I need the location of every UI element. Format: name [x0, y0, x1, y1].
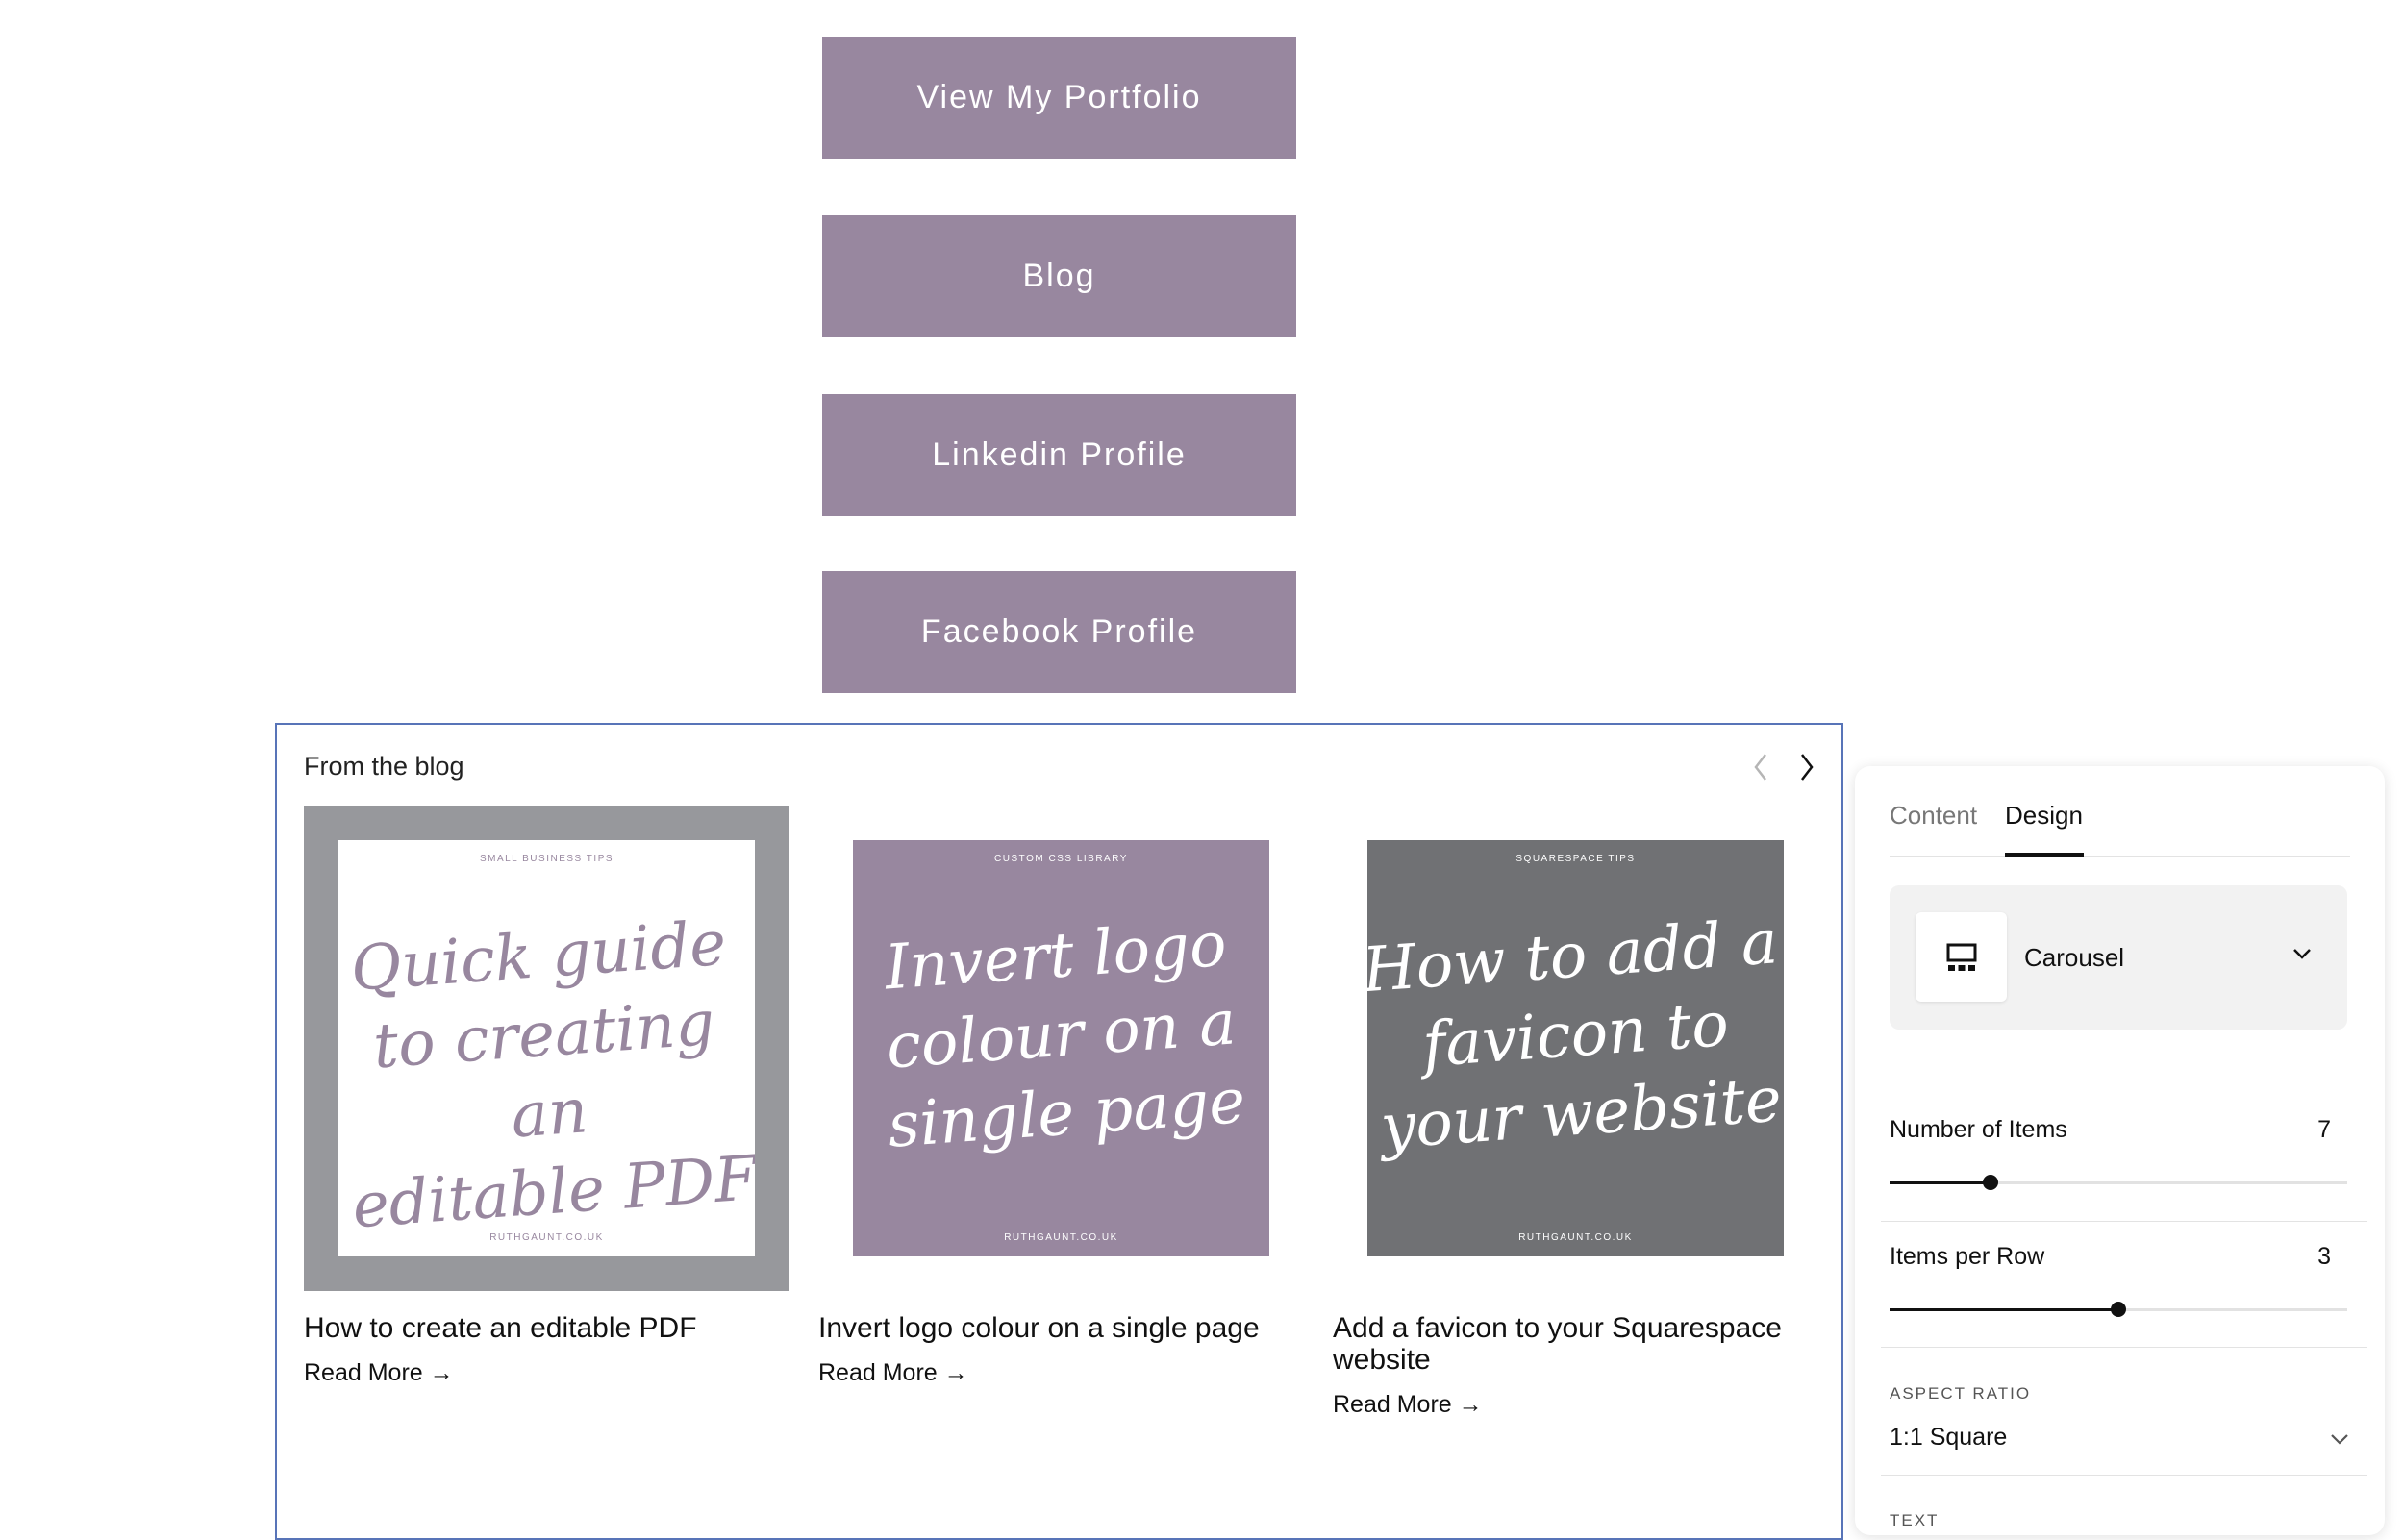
layout-dropdown[interactable]: Carousel [1890, 885, 2347, 1030]
blog-card[interactable]: CUSTOM CSS LIBRARY Invert logo colour on… [818, 806, 1304, 1387]
carousel-prev-button[interactable] [1742, 748, 1781, 786]
thumbnail-url: RUTHGAUNT.CO.UK [1004, 1232, 1118, 1243]
blog-card-title[interactable]: How to create an editable PDF [304, 1312, 789, 1344]
tab-divider [1890, 856, 2350, 857]
section-title: From the blog [304, 752, 464, 781]
thumbnail-script-text: Quick guide to creating an editable PDF [348, 907, 755, 1243]
thumbnail-category: SQUARESPACE TIPS [1515, 854, 1636, 864]
blog-card-title[interactable]: Add a favicon to your Squarespace websit… [1333, 1312, 1818, 1376]
blog-card-title[interactable]: Invert logo colour on a single page [818, 1312, 1304, 1344]
block-design-panel: Content Design Carousel Number of Items … [1855, 766, 2385, 1535]
blog-card[interactable]: SQUARESPACE TIPS How to add a favicon to… [1333, 806, 1818, 1419]
tab-content[interactable]: Content [1890, 801, 1977, 831]
slider-fill [1890, 1181, 1991, 1184]
blog-carousel-section[interactable]: From the blog SMALL BUSINESS TIPS Quick … [275, 723, 1843, 1540]
divider [1881, 1221, 2367, 1222]
chevron-down-icon[interactable] [2329, 1432, 2350, 1446]
aspect-ratio-select[interactable]: 1:1 Square [1890, 1424, 2007, 1452]
facebook-profile-button[interactable]: Facebook Profile [822, 571, 1296, 693]
active-tab-indicator [2005, 853, 2084, 857]
number-of-items-value: 7 [2317, 1116, 2331, 1143]
chevron-left-icon [1754, 754, 1766, 781]
thumbnail-script-text: How to add a favicon to your website [1367, 907, 1784, 1164]
blog-thumbnail[interactable]: SQUARESPACE TIPS How to add a favicon to… [1333, 806, 1818, 1291]
layout-label: Carousel [2024, 943, 2125, 972]
slider-knob[interactable] [1982, 1175, 1998, 1190]
aspect-ratio-label: ASPECT RATIO [1890, 1384, 2032, 1403]
items-per-row-value: 3 [2317, 1243, 2331, 1270]
number-of-items-slider[interactable] [1890, 1175, 2347, 1190]
items-per-row-label: Items per Row [1890, 1243, 2045, 1270]
thumbnail-script-text: Invert logo colour on a single page [882, 908, 1248, 1162]
carousel-next-button[interactable] [1787, 748, 1825, 786]
items-per-row-slider[interactable] [1890, 1302, 2347, 1317]
read-more-link[interactable]: Read More → [1333, 1391, 1818, 1419]
thumbnail-url: RUTHGAUNT.CO.UK [1518, 1232, 1633, 1243]
blog-button[interactable]: Blog [822, 215, 1296, 337]
carousel-layout-icon [1916, 912, 2007, 1002]
blog-thumbnail[interactable]: SMALL BUSINESS TIPS Quick guide to creat… [304, 806, 789, 1291]
tab-design[interactable]: Design [2005, 801, 2083, 831]
thumbnail-category: SMALL BUSINESS TIPS [479, 854, 614, 864]
thumbnail-category: CUSTOM CSS LIBRARY [994, 854, 1128, 864]
number-of-items-label: Number of Items [1890, 1116, 2067, 1143]
chevron-right-icon [1801, 754, 1814, 781]
blog-card[interactable]: SMALL BUSINESS TIPS Quick guide to creat… [304, 806, 789, 1387]
divider [1881, 1475, 2367, 1476]
slider-knob[interactable] [2111, 1302, 2126, 1317]
thumbnail-url: RUTHGAUNT.CO.UK [489, 1232, 604, 1243]
view-portfolio-button[interactable]: View My Portfolio [822, 37, 1296, 159]
linkedin-profile-button[interactable]: Linkedin Profile [822, 394, 1296, 516]
blog-thumbnail[interactable]: CUSTOM CSS LIBRARY Invert logo colour on… [818, 806, 1304, 1291]
divider [1881, 1347, 2367, 1348]
text-section-label: TEXT [1890, 1511, 1940, 1529]
read-more-link[interactable]: Read More → [304, 1359, 789, 1387]
slider-fill [1890, 1308, 2118, 1311]
read-more-link[interactable]: Read More → [818, 1359, 1304, 1387]
chevron-down-icon [2293, 949, 2311, 959]
